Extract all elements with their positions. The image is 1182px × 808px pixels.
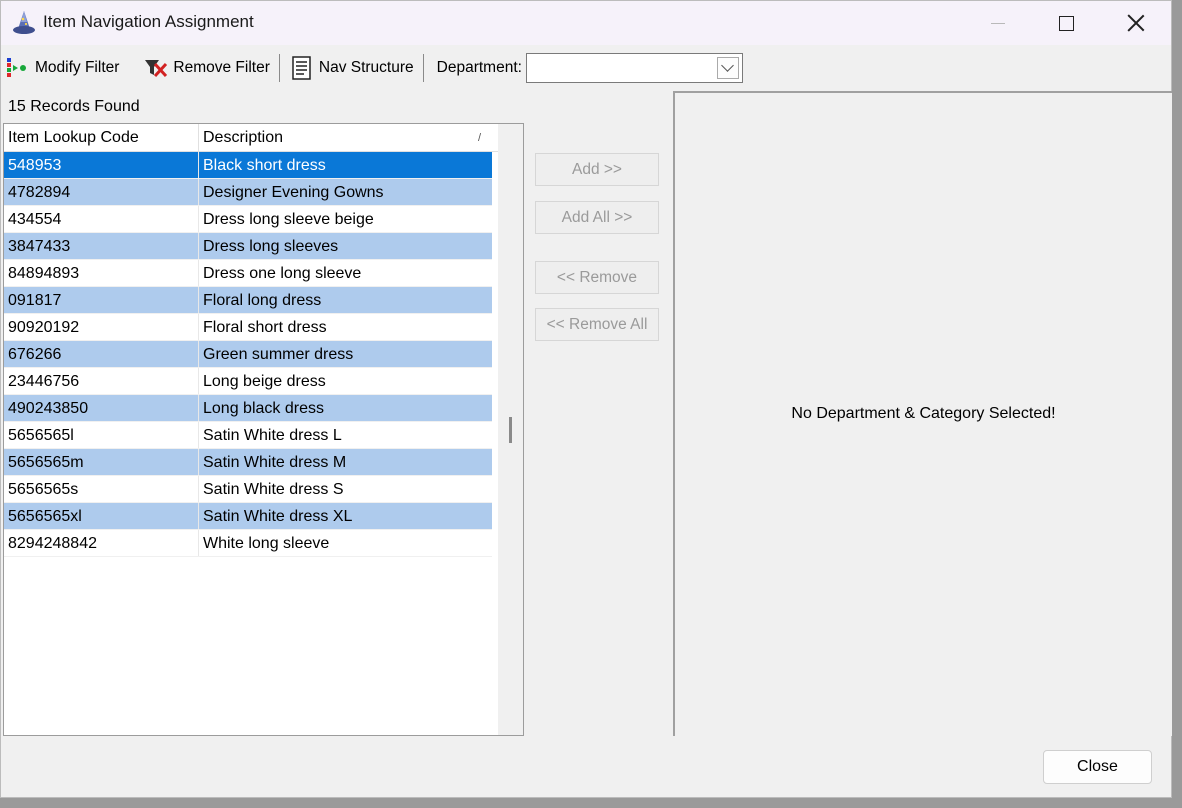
table-row[interactable]: 676266 Green summer dress [4,341,492,368]
nav-structure-label: Nav Structure [318,59,414,76]
close-button[interactable]: Close [1043,750,1152,784]
remove-all-button[interactable]: << Remove All [535,308,659,341]
department-dropdown[interactable] [525,53,743,83]
item-lookup-code-cell: 5656565s [4,476,199,502]
modify-filter-label: Modify Filter [35,59,120,76]
table-row[interactable]: 490243850 Long black dress [4,395,492,422]
description-cell: Floral long dress [203,292,322,309]
toolbar: Modify Filter Remove Filter Nav Structur… [1,47,1171,89]
toolbar-separator [278,54,280,82]
table-row[interactable]: 434554 Dress long sleeve beige [4,206,492,233]
item-lookup-code-cell: 5656565l [4,422,199,448]
dropdown-toggle[interactable] [716,57,739,79]
item-lookup-code-cell: 434554 [4,206,199,232]
column-header-description[interactable]: Description / [199,124,491,152]
remove-filter-label: Remove Filter [173,59,270,76]
minimize-button[interactable] [963,1,1033,45]
department-label: Department: [436,59,522,76]
description-cell: Dress long sleeve beige [203,211,374,228]
scrollbar-thumb[interactable] [509,417,512,443]
item-lookup-code-cell: 548953 [4,152,199,178]
window-close-button[interactable] [1101,1,1171,45]
item-lookup-code-cell: 5656565xl [4,503,199,529]
close-icon [1127,14,1145,32]
description-cell: Green summer dress [203,346,354,363]
item-navigation-window: Item Navigation Assignment Modify Filter… [0,0,1172,798]
item-lookup-code-cell: 4782894 [4,179,199,205]
document-list-icon [292,56,311,80]
table-row[interactable]: 5656565m Satin White dress M [4,449,492,476]
wizard-hat-icon [13,11,35,34]
table-row[interactable]: 5656565l Satin White dress L [4,422,492,449]
table-row[interactable]: 548953 Black short dress [4,152,492,179]
modify-filter-button[interactable]: Modify Filter [1,52,123,84]
table-row[interactable]: 84894893 Dress one long sleeve [4,260,492,287]
add-all-button[interactable]: Add All >> [535,201,659,234]
add-button[interactable]: Add >> [535,153,659,186]
description-cell: Dress long sleeves [203,238,339,255]
description-cell: Dress one long sleeve [203,265,362,282]
item-lookup-code-cell: 5656565m [4,449,199,475]
records-count: 15 Records Found [8,98,140,115]
grid-rows: 548953 Black short dress 4782894 Designer E… [4,152,492,557]
item-lookup-code-cell: 8294248842 [4,530,199,556]
table-row[interactable]: 23446756 Long beige dress [4,368,492,395]
item-lookup-code-cell: 23446756 [4,368,199,394]
vertical-scrollbar[interactable] [498,124,523,735]
navigation-panel: No Department & Category Selected! [673,91,1172,736]
sort-indicator-icon: / [477,132,481,144]
maximize-icon [1058,15,1074,31]
table-row[interactable]: 4782894 Designer Evening Gowns [4,179,492,206]
item-lookup-code-cell: 091817 [4,287,199,313]
remove-filter-button[interactable]: Remove Filter [139,52,273,84]
table-row[interactable]: 5656565s Satin White dress S [4,476,492,503]
column-header-item-lookup-code[interactable]: Item Lookup Code [4,124,199,152]
description-cell: Designer Evening Gowns [203,184,384,201]
toolbar-separator [422,54,424,82]
description-cell: Black short dress [203,157,326,174]
item-lookup-code-cell: 84894893 [4,260,199,286]
description-cell: Satin White dress S [203,481,344,498]
item-lookup-code-cell: 490243850 [4,395,199,421]
title-bar: Item Navigation Assignment [1,1,1171,45]
table-row[interactable]: 8294248842 White long sleeve [4,530,492,557]
maximize-button[interactable] [1031,1,1101,45]
nav-structure-button[interactable]: Nav Structure [285,52,418,84]
description-cell: Long beige dress [203,373,326,390]
grid-header: Item Lookup Code Description / [4,124,498,152]
table-row[interactable]: 091817 Floral long dress [4,287,492,314]
description-cell: Long black dress [203,400,324,417]
remove-filter-icon [145,60,168,78]
empty-selection-message: No Department & Category Selected! [791,405,1056,422]
column-header-description-label: Description [203,129,284,146]
description-cell: Floral short dress [203,319,327,336]
table-row[interactable]: 3847433 Dress long sleeves [4,233,492,260]
item-lookup-code-cell: 676266 [4,341,199,367]
items-grid: Item Lookup Code Description / 548953 Bla… [3,123,524,736]
description-cell: Satin White dress L [203,427,342,444]
description-cell: Satin White dress M [203,454,347,471]
window-title: Item Navigation Assignment [43,12,254,31]
minimize-icon [991,22,1005,24]
item-lookup-code-cell: 90920192 [4,314,199,340]
chevron-down-icon [721,59,735,72]
remove-button[interactable]: << Remove [535,261,659,294]
item-lookup-code-cell: 3847433 [4,233,199,259]
table-row[interactable]: 5656565xl Satin White dress XL [4,503,492,530]
description-cell: White long sleeve [203,535,330,552]
table-row[interactable]: 90920192 Floral short dress [4,314,492,341]
description-cell: Satin White dress XL [203,508,353,525]
filter-colors-icon [7,58,26,77]
